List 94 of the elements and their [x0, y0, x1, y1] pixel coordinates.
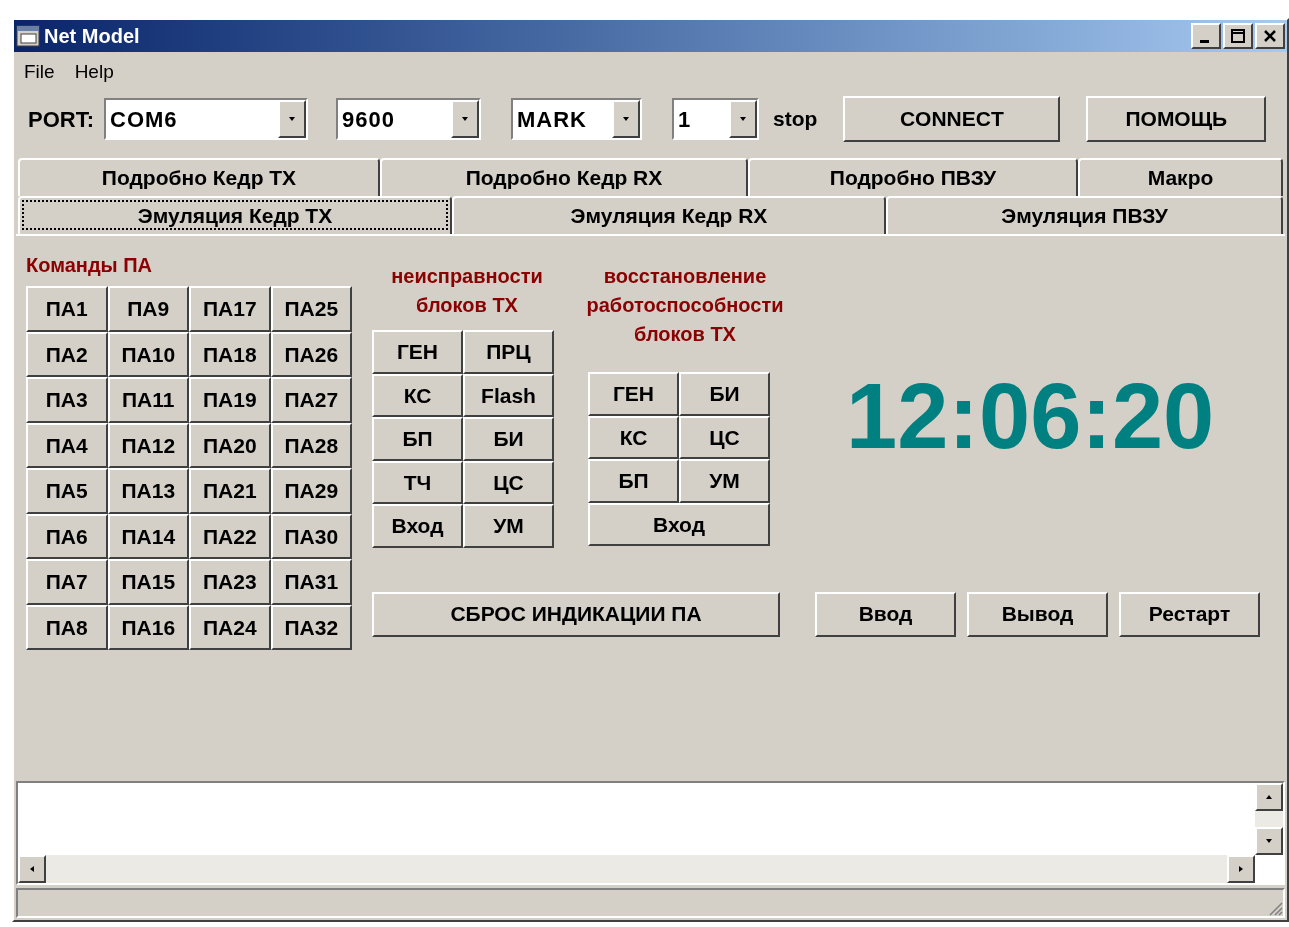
- connect-button[interactable]: CONNECT: [843, 96, 1061, 142]
- command-button[interactable]: ПА21: [189, 468, 271, 514]
- scroll-up-button[interactable]: [1255, 783, 1283, 811]
- command-button[interactable]: ПА9: [107, 286, 189, 332]
- help-button[interactable]: ПОМОЩЬ: [1086, 96, 1267, 142]
- caret-up-icon: [1265, 793, 1273, 801]
- tab[interactable]: Макро: [1078, 158, 1283, 196]
- menu-item[interactable]: File: [24, 57, 55, 87]
- command-button[interactable]: ПА15: [107, 559, 189, 605]
- menu-item[interactable]: Help: [74, 57, 114, 87]
- command-button[interactable]: ПА30: [270, 513, 352, 559]
- fault-button[interactable]: КС: [372, 373, 463, 417]
- caret-down-icon: [1265, 837, 1273, 845]
- caret-left-icon: [28, 865, 36, 873]
- maximize-button[interactable]: [1223, 23, 1253, 49]
- section-title: неисправности блоков TX: [390, 264, 544, 318]
- action-button[interactable]: Рестарт: [1119, 591, 1260, 637]
- command-button[interactable]: ПА1: [26, 286, 108, 332]
- command-button[interactable]: ПА10: [107, 331, 189, 377]
- minimize-icon: [1199, 39, 1209, 43]
- command-button[interactable]: ПА12: [107, 422, 189, 468]
- window-title: Net Model: [44, 24, 141, 49]
- stop-label: stop: [773, 106, 818, 133]
- command-button[interactable]: ПА28: [270, 422, 352, 468]
- dropdown-field[interactable]: COM6: [104, 98, 308, 140]
- section-title: Команды ПА: [26, 253, 154, 278]
- command-button[interactable]: ПА26: [270, 331, 352, 377]
- recovery-button[interactable]: БП: [588, 459, 679, 503]
- action-button[interactable]: Ввод: [815, 591, 956, 637]
- recovery-button[interactable]: БИ: [679, 372, 770, 416]
- clock: 12:06:20: [846, 370, 1215, 462]
- command-button[interactable]: ПА5: [26, 468, 108, 514]
- dropdown-field[interactable]: 9600: [336, 98, 481, 140]
- caret-down-icon: [622, 115, 630, 123]
- tab[interactable]: Подробно Кедр RX: [380, 158, 748, 196]
- caret-down-icon: [739, 115, 747, 123]
- fault-button[interactable]: БП: [372, 417, 463, 461]
- command-button[interactable]: ПА2: [26, 331, 108, 377]
- fault-button[interactable]: ГЕН: [372, 330, 463, 374]
- command-button[interactable]: ПА25: [270, 286, 352, 332]
- command-button[interactable]: ПА3: [26, 377, 108, 423]
- command-button[interactable]: ПА6: [26, 513, 108, 559]
- fault-button[interactable]: ЦС: [463, 460, 554, 504]
- window-icon: [16, 25, 40, 47]
- command-button[interactable]: ПА4: [26, 422, 108, 468]
- dropdown-field[interactable]: MARK: [511, 98, 642, 140]
- recovery-button[interactable]: ГЕН: [588, 372, 679, 416]
- action-button[interactable]: Вывод: [967, 591, 1108, 637]
- recovery-button[interactable]: УМ: [679, 459, 770, 503]
- command-button[interactable]: ПА31: [270, 559, 352, 605]
- minimize-button[interactable]: [1191, 23, 1221, 49]
- command-button[interactable]: ПА27: [270, 377, 352, 423]
- command-button[interactable]: ПА23: [189, 559, 271, 605]
- close-button[interactable]: [1255, 23, 1285, 49]
- fault-button[interactable]: Flash: [463, 373, 554, 417]
- command-button[interactable]: ПА20: [189, 422, 271, 468]
- recovery-button[interactable]: КС: [588, 415, 679, 459]
- command-button[interactable]: ПА16: [107, 604, 189, 650]
- command-button[interactable]: ПА17: [189, 286, 271, 332]
- caret-right-icon: [1237, 865, 1245, 873]
- caret-down-icon: [461, 115, 469, 123]
- fault-button[interactable]: УМ: [463, 504, 554, 548]
- tab[interactable]: Эмуляция Кедр TX: [18, 196, 452, 234]
- tab[interactable]: Эмуляция Кедр RX: [452, 196, 886, 234]
- command-button[interactable]: ПА24: [189, 604, 271, 650]
- port-label: PORT:: [28, 105, 94, 134]
- scroll-down-button[interactable]: [1255, 827, 1283, 855]
- caret-down-icon: [288, 115, 296, 123]
- recovery-button[interactable]: ЦС: [679, 415, 770, 459]
- scroll-right-button[interactable]: [1227, 855, 1255, 883]
- tab[interactable]: Подробно Кедр TX: [18, 158, 380, 196]
- tab[interactable]: Эмуляция ПВЗУ: [886, 196, 1283, 234]
- command-button[interactable]: ПА11: [107, 377, 189, 423]
- fault-button[interactable]: ПРЦ: [463, 330, 554, 374]
- scroll-left-button[interactable]: [18, 855, 46, 883]
- recovery-button[interactable]: Вход: [588, 502, 770, 546]
- dropdown-field[interactable]: 1: [672, 98, 759, 140]
- fault-button[interactable]: ТЧ: [372, 460, 463, 504]
- command-button[interactable]: ПА13: [107, 468, 189, 514]
- command-button[interactable]: ПА19: [189, 377, 271, 423]
- command-button[interactable]: ПА22: [189, 513, 271, 559]
- tab[interactable]: Подробно ПВЗУ: [748, 158, 1078, 196]
- maximize-icon: [1230, 29, 1246, 43]
- command-button[interactable]: ПА7: [26, 559, 108, 605]
- command-button[interactable]: ПА18: [189, 331, 271, 377]
- command-button[interactable]: ПА8: [26, 604, 108, 650]
- command-button[interactable]: ПА32: [270, 604, 352, 650]
- fault-button[interactable]: БИ: [463, 417, 554, 461]
- close-icon: [1262, 29, 1278, 43]
- command-button[interactable]: ПА14: [107, 513, 189, 559]
- reset-button[interactable]: СБРОС ИНДИКАЦИИ ПА: [372, 591, 780, 637]
- command-button[interactable]: ПА29: [270, 468, 352, 514]
- section-title: восстановление работоспособности блоков TX: [585, 264, 785, 347]
- fault-button[interactable]: Вход: [372, 504, 463, 548]
